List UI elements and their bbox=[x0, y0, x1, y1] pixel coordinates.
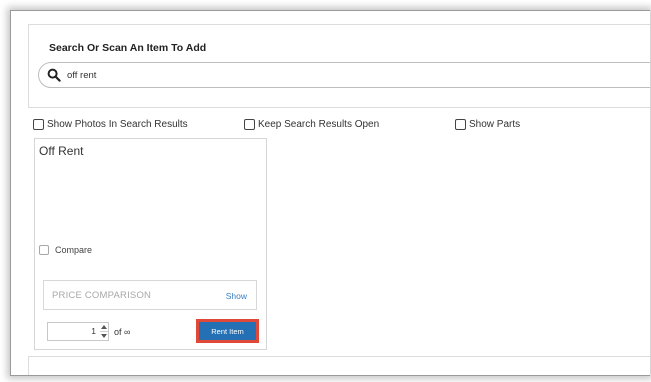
app-window: Search Or Scan An Item To Add Show Photo… bbox=[10, 10, 650, 376]
quantity-of-label: of ∞ bbox=[114, 327, 130, 337]
search-input[interactable] bbox=[67, 67, 467, 83]
compare-checkbox[interactable] bbox=[39, 245, 49, 255]
search-bar[interactable] bbox=[38, 62, 650, 88]
bottom-panel bbox=[28, 356, 650, 375]
result-card-title: Off Rent bbox=[39, 144, 84, 158]
quantity-stepper-icon[interactable] bbox=[100, 324, 108, 339]
price-comparison-box: PRICE COMPARISON Show bbox=[43, 280, 257, 310]
keep-results-open-option[interactable]: Keep Search Results Open bbox=[244, 117, 379, 131]
of-value: ∞ bbox=[124, 327, 131, 337]
search-section-title: Search Or Scan An Item To Add bbox=[49, 42, 207, 54]
show-parts-label: Show Parts bbox=[469, 118, 521, 130]
price-comparison-label: PRICE COMPARISON bbox=[52, 290, 152, 301]
show-photos-label: Show Photos In Search Results bbox=[47, 118, 188, 130]
rent-item-button[interactable]: Rent Item bbox=[199, 322, 256, 340]
compare-option[interactable]: Compare bbox=[39, 245, 92, 255]
of-text: of bbox=[114, 327, 122, 337]
keep-results-open-checkbox[interactable] bbox=[244, 118, 255, 130]
show-parts-option[interactable]: Show Parts bbox=[455, 117, 520, 131]
show-parts-checkbox[interactable] bbox=[455, 118, 466, 130]
price-comparison-show-link[interactable]: Show bbox=[226, 291, 247, 301]
search-icon bbox=[47, 68, 61, 82]
compare-label: Compare bbox=[55, 245, 93, 255]
show-photos-checkbox[interactable] bbox=[33, 118, 44, 130]
result-card: Off Rent Compare PRICE COMPARISON Show 1… bbox=[34, 138, 267, 350]
show-photos-option[interactable]: Show Photos In Search Results bbox=[33, 117, 188, 131]
keep-results-open-label: Keep Search Results Open bbox=[258, 118, 380, 130]
rent-item-highlight: Rent Item bbox=[196, 319, 259, 343]
